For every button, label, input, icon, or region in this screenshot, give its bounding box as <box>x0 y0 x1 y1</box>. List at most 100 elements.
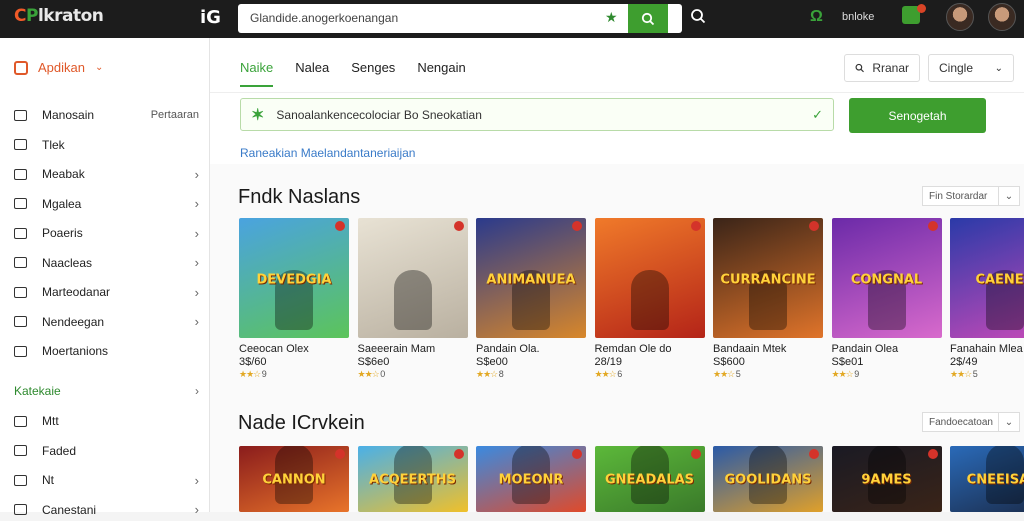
game-title[interactable]: Bandaain Mtek <box>713 343 823 355</box>
character-figure <box>393 270 432 330</box>
game-art-title: DEVEDGIA <box>256 272 332 288</box>
game-card[interactable]: ANIMANUEA Pandain Ola. S$e00 ★★☆ 8 <box>476 218 586 380</box>
filter-input[interactable]: ✶ Sanoalankencecolociar Bo Sneokatian ✓ <box>240 98 834 131</box>
tab-naike[interactable]: Naike <box>240 60 274 87</box>
game-card[interactable]: MOEONR <box>476 446 586 512</box>
section-sort-dropdown[interactable]: Fin Storardar ⌄ <box>922 186 1020 206</box>
search-icon <box>641 12 655 25</box>
game-art-title: GOOLIDANS <box>724 472 812 488</box>
game-card[interactable]: 9AMES <box>831 446 942 512</box>
game-art-title: CNEEISAIS <box>966 472 1024 488</box>
game-card[interactable]: CNEEISAIS <box>950 446 1024 512</box>
character-figure <box>630 270 669 330</box>
game-thumbnail[interactable]: CNEEISAIS <box>950 446 1024 512</box>
game-thumbnail[interactable]: MOEONR <box>476 446 586 512</box>
sidebar-header[interactable]: Apdikan ⌄ <box>14 60 103 75</box>
avatar[interactable] <box>988 3 1016 31</box>
sidebar-item[interactable]: Mgalea › <box>14 193 199 215</box>
tab-bar: Naike Nalea Senges Nengain <box>240 60 466 87</box>
rating-value: 5 <box>735 369 741 379</box>
profile-icon[interactable]: Ω <box>810 8 823 26</box>
game-art-title: CURRANCINE <box>720 272 816 288</box>
sidebar-item[interactable]: Meabak › <box>14 163 199 185</box>
sidebar-item[interactable]: Nt › <box>14 469 199 491</box>
game-thumbnail[interactable]: ACQEERTHS <box>357 446 468 512</box>
sidebar-item[interactable]: Mtt <box>14 410 199 432</box>
game-thumbnail[interactable]: CONGNAL <box>831 218 942 338</box>
sidebar-item[interactable]: Nendeegan › <box>14 311 199 333</box>
game-card[interactable]: GOOLIDANS <box>713 446 823 512</box>
sidebar-item-label: Marteodanar <box>42 285 111 299</box>
game-thumbnail[interactable]: CANNON <box>239 446 349 512</box>
badge-icon <box>690 449 701 459</box>
search-submit-button[interactable]: Senogetah <box>849 98 986 133</box>
section-sort-dropdown[interactable]: Fandoecatoan ⌄ <box>922 412 1020 432</box>
game-thumbnail[interactable] <box>594 218 705 338</box>
game-title[interactable]: Pandain Olea <box>832 343 942 355</box>
game-thumbnail[interactable]: DEVEDGIA <box>239 218 349 338</box>
sidebar-item-label: Faded <box>42 443 77 458</box>
search-icon[interactable] <box>690 8 706 24</box>
game-card[interactable]: DEVEDGIA Ceeocan Olex 3$/60 ★★☆ 9 <box>239 218 349 380</box>
game-card[interactable]: CONGNAL Pandain Olea S$e01 ★★☆ 9 <box>831 218 942 380</box>
sidebar-item[interactable]: Tlek <box>14 134 199 156</box>
search-input[interactable]: Glandide.anogerkoenangan <box>250 11 398 25</box>
chevron-right-icon: › <box>194 284 199 300</box>
game-card[interactable]: ACQEERTHS <box>357 446 468 512</box>
sidebar-item[interactable]: Manosain Pertaaran <box>14 104 199 126</box>
game-thumbnail[interactable] <box>357 218 468 338</box>
game-thumbnail[interactable]: CURRANCINE <box>713 218 823 338</box>
tab-nengain[interactable]: Nengain <box>417 60 465 87</box>
hint-link[interactable]: Raneakian Maelandantaneriaijan <box>240 146 415 160</box>
chevron-right-icon: › <box>194 502 199 517</box>
item-icon <box>14 198 27 209</box>
leaf-icon: ✶ <box>251 106 265 124</box>
star-icon[interactable]: ★ <box>605 9 618 26</box>
tab-nalea[interactable]: Nalea <box>295 60 329 87</box>
chevron-right-icon: › <box>195 384 199 398</box>
game-card[interactable]: Saeeerain Mam S$6e0 ★★☆ 0 <box>357 218 468 380</box>
star-rating-icon: ★★☆ <box>713 369 736 379</box>
game-price: 3$/60 <box>239 356 267 368</box>
sidebar-item[interactable]: Naacleas › <box>14 252 199 274</box>
game-title[interactable]: Fanahain Mlea <box>950 343 1024 355</box>
user-label[interactable]: bnloke <box>842 11 874 23</box>
game-title[interactable]: Saeeerain Mam <box>358 343 468 355</box>
game-thumbnail[interactable]: 9AMES <box>831 446 942 512</box>
sidebar-item[interactable]: Faded <box>14 440 199 462</box>
game-thumbnail[interactable]: GNEADALAS <box>594 446 705 512</box>
game-title[interactable]: Pandain Ola. <box>476 343 586 355</box>
game-art-title: CAENEN <box>975 272 1024 288</box>
game-thumbnail[interactable]: GOOLIDANS <box>713 446 823 512</box>
sidebar-item[interactable]: Poaeris › <box>14 222 199 244</box>
sidebar-section-header[interactable]: Katekaie › <box>14 384 199 398</box>
game-rating: ★★☆ 5 <box>713 369 823 380</box>
sidebar-item[interactable]: Moertanions <box>14 340 199 362</box>
game-card[interactable]: CAENEN Fanahain Mlea2$/49★★☆ 5 <box>950 218 1024 380</box>
star-rating-icon: ★★☆ <box>476 369 499 379</box>
game-price: S$e00 <box>476 356 508 368</box>
game-card[interactable]: GNEADALAS <box>594 446 705 512</box>
game-card[interactable]: CANNON <box>239 446 349 512</box>
app-icon[interactable]: iG <box>200 7 221 28</box>
item-icon <box>14 316 27 327</box>
avatar[interactable] <box>946 3 974 31</box>
sidebar-item-label: Mtt <box>42 414 59 428</box>
sidebar-item[interactable]: Marteodanar › <box>14 281 199 303</box>
game-thumbnail[interactable]: CAENEN <box>950 218 1024 338</box>
game-thumbnail[interactable]: ANIMANUEA <box>476 218 586 338</box>
search-bar[interactable]: Glandide.anogerkoenangan ★ <box>238 4 682 33</box>
sidebar-item[interactable]: Canestani › <box>14 499 199 521</box>
category-dropdown[interactable]: Cingle ⌄ <box>928 54 1014 82</box>
notification-icon[interactable] <box>902 4 926 24</box>
search-button[interactable] <box>628 4 668 33</box>
game-card[interactable]: Remdan Ole do 28/19 ★★☆ 6 <box>594 218 705 380</box>
game-card[interactable]: CURRANCINE Bandaain Mtek S$600 ★★☆ 5 <box>713 218 823 380</box>
sort-label: Rranar <box>872 61 909 75</box>
sort-button[interactable]: Rranar <box>844 54 920 82</box>
game-title[interactable]: Ceeocan Olex <box>239 343 349 355</box>
badge-icon <box>335 221 345 231</box>
game-title[interactable]: Remdan Ole do <box>595 343 705 355</box>
app-logo[interactable]: CPlkraton <box>14 6 104 26</box>
tab-senges[interactable]: Senges <box>351 60 395 87</box>
